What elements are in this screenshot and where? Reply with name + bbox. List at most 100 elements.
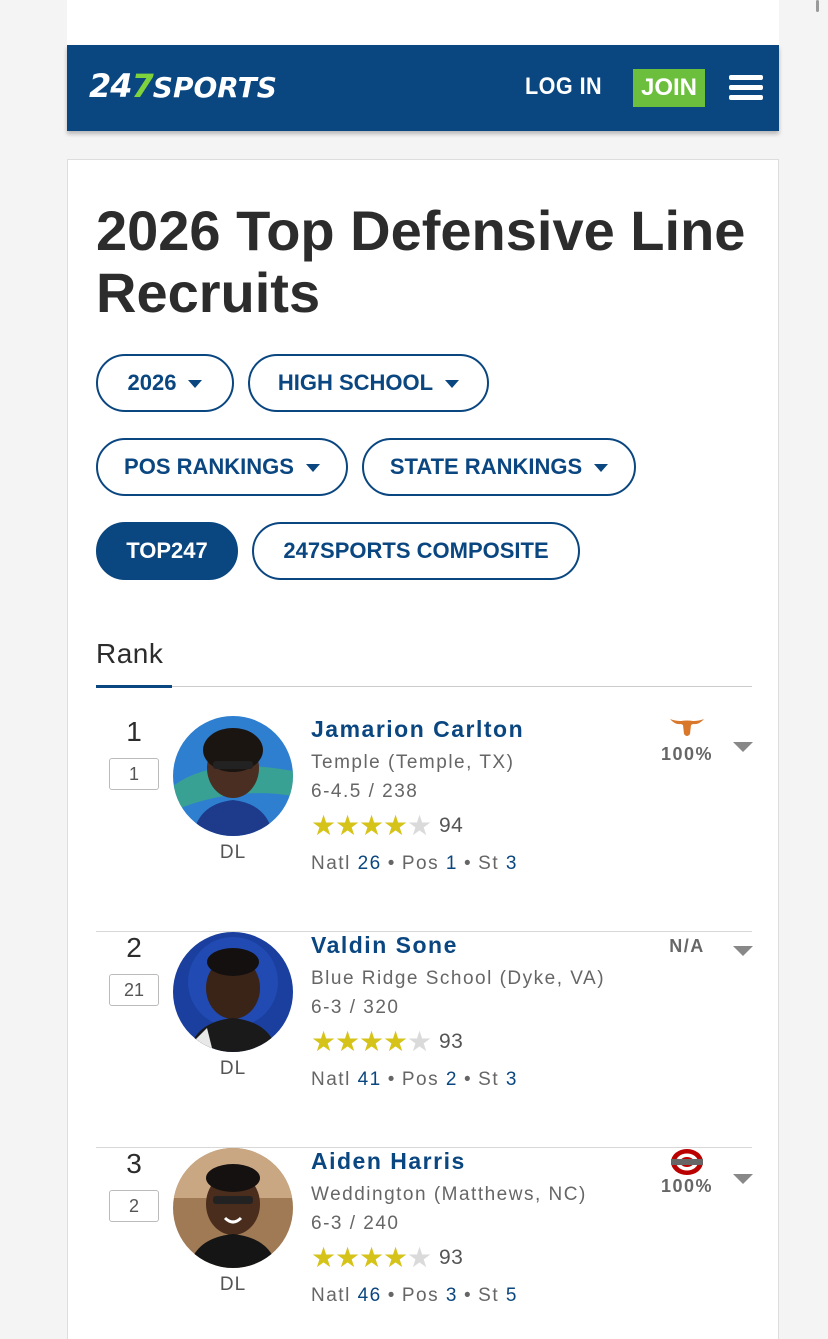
login-button[interactable]: LOG IN [525,73,602,101]
247sports-logo[interactable]: 24 7 SPORTS [89,67,277,107]
star-filled-icon: ★ [311,1025,337,1058]
rankings-line: Natl 46 • Pos 3 • St 5 [311,1285,518,1306]
natl-rank[interactable]: 41 [358,1069,382,1090]
position-label: DL [219,1058,247,1079]
chevron-down-icon [305,464,320,472]
player-avatar[interactable] [173,716,293,836]
natl-rank[interactable]: 26 [358,853,382,874]
expand-caret-icon[interactable] [733,946,753,956]
composite-rank-badge: 21 [109,974,159,1006]
rank-column-header[interactable]: Rank [96,638,163,670]
star-empty-icon: ★ [407,809,433,842]
site-header: 24 7 SPORTS LOG IN JOIN [67,45,779,131]
star-rating: ★ ★ ★ ★ ★ 94 [311,812,463,840]
player-name[interactable]: Aiden Harris [311,1148,466,1175]
star-filled-icon: ★ [359,809,385,842]
star-rating: ★ ★ ★ ★ ★ 93 [311,1028,463,1056]
level-dropdown-label: HIGH SCHOOL [277,370,434,395]
player-metrics: 6-4.5 / 238 [311,781,419,802]
menu-icon[interactable] [729,75,763,101]
player-school: Blue Ridge School (Dyke, VA) [311,968,606,989]
rating-score: 93 [439,1246,464,1269]
commitment[interactable]: 100% [656,1148,718,1197]
rank-number: 1 [126,716,142,747]
join-button[interactable]: JOIN [633,69,705,107]
rankings-card: 2026 Top Defensive Line Recruits 2026 HI… [67,159,779,1339]
pos-label: Pos [401,853,440,874]
state-rankings-dropdown[interactable]: STATE RANKINGS [362,438,636,496]
level-dropdown[interactable]: HIGH SCHOOL [248,354,489,412]
star-filled-icon: ★ [311,809,337,842]
rating-score: 94 [439,814,464,837]
pos-label: Pos [401,1285,440,1306]
star-filled-icon: ★ [359,1025,385,1058]
rank-number: 2 [126,932,142,963]
player-row[interactable]: 3 2 DL Aiden Harris Weddington (Matthews… [96,1148,753,1339]
scrollbar[interactable] [816,0,819,12]
natl-label: Natl [311,1285,351,1306]
star-rating: ★ ★ ★ ★ ★ 93 [311,1244,463,1272]
player-name[interactable]: Valdin Sone [311,932,458,959]
commit-percentage: 100% [660,1176,714,1196]
tab-composite[interactable]: 247SPORTS COMPOSITE [252,522,580,580]
commitment[interactable]: N/A [656,932,718,957]
year-dropdown-label: 2026 [127,370,177,395]
ohio-state-icon [656,1148,718,1175]
star-filled-icon: ★ [383,809,409,842]
chevron-down-icon [594,464,609,472]
page: 24 7 SPORTS LOG IN JOIN 2026 Top Defensive… [0,0,828,1339]
chevron-down-icon [445,380,460,388]
pos-rank[interactable]: 1 [446,853,458,874]
chevron-down-icon [188,380,203,388]
expand-caret-icon[interactable] [733,1174,753,1184]
player-school: Weddington (Matthews, NC) [311,1184,587,1205]
st-label: St [478,1069,500,1090]
pos-rank[interactable]: 2 [446,1069,458,1090]
natl-label: Natl [311,1069,351,1090]
year-dropdown[interactable]: 2026 [96,354,234,412]
expand-caret-icon[interactable] [733,742,753,752]
player-row[interactable]: 1 1 DL Jamarion Carlton Temple (Temple, … [96,716,753,932]
commit-percentage: N/A [669,936,705,956]
page-title: 2026 Top Defensive Line Recruits [96,199,746,324]
player-row[interactable]: 2 21 DL Valdin Sone Blue Ridge School (D… [96,932,753,1148]
natl-rank[interactable]: 46 [358,1285,382,1306]
star-filled-icon: ★ [359,1241,385,1274]
logo-seven: 7 [131,67,154,105]
commitment[interactable]: 100% [656,716,718,765]
player-avatar[interactable] [173,1148,293,1268]
st-label: St [478,1285,500,1306]
star-filled-icon: ★ [335,809,361,842]
state-rank[interactable]: 5 [506,1285,518,1306]
position-label: DL [219,842,247,863]
rankings-line: Natl 41 • Pos 2 • St 3 [311,1069,518,1090]
composite-rank-badge: 2 [109,1190,159,1222]
player-name[interactable]: Jamarion Carlton [311,716,524,743]
pos-rankings-dropdown[interactable]: POS RANKINGS [96,438,348,496]
tab-top247[interactable]: TOP247 [96,522,238,580]
pos-rank[interactable]: 3 [446,1285,458,1306]
header-divider [96,686,752,687]
position-label: DL [219,1274,247,1295]
player-school: Temple (Temple, TX) [311,752,515,773]
rank-header-underline [96,685,172,688]
player-metrics: 6-3 / 320 [311,997,400,1018]
star-filled-icon: ★ [383,1241,409,1274]
texas-longhorn-icon [656,716,718,742]
commit-percentage: 100% [660,744,714,764]
star-empty-icon: ★ [407,1241,433,1274]
logo-number: 24 [89,67,133,105]
st-label: St [478,853,500,874]
logo-text: SPORTS [152,71,277,104]
composite-rank-badge: 1 [109,758,159,790]
rank-number: 3 [126,1148,142,1179]
player-avatar[interactable] [173,932,293,1052]
state-rank[interactable]: 3 [506,1069,518,1090]
natl-label: Natl [311,853,351,874]
rating-score: 93 [439,1030,464,1053]
state-rank[interactable]: 3 [506,853,518,874]
pos-label: Pos [401,1069,440,1090]
state-rankings-label: STATE RANKINGS [389,454,583,479]
rankings-line: Natl 26 • Pos 1 • St 3 [311,853,518,874]
star-filled-icon: ★ [335,1241,361,1274]
